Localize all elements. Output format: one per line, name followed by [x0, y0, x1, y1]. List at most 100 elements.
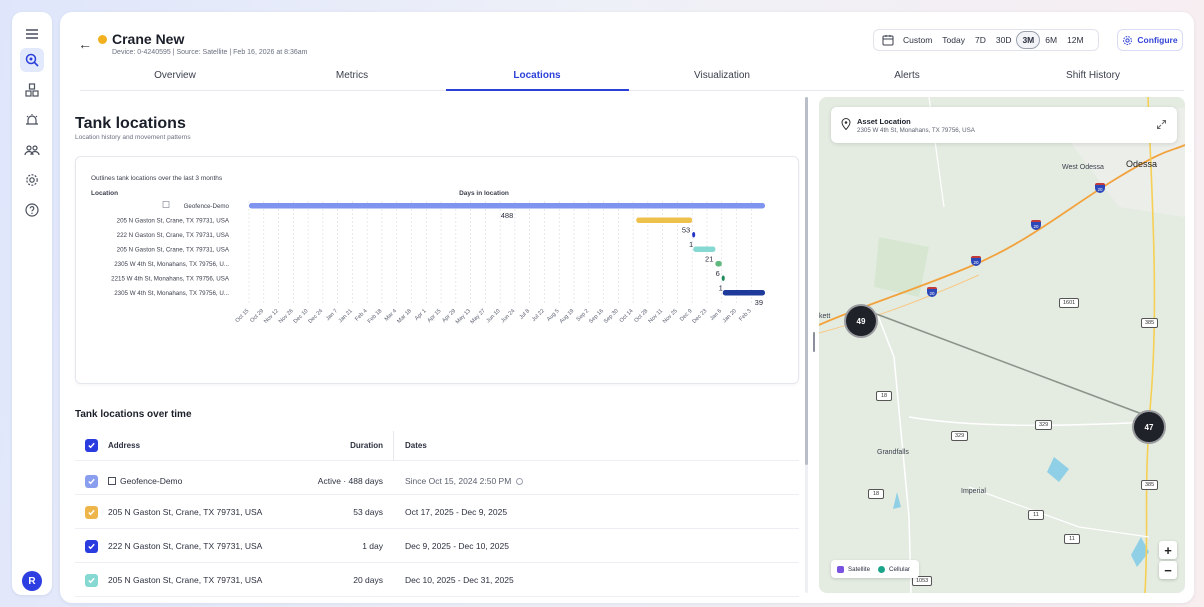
row-checkbox[interactable] — [85, 506, 98, 519]
geofence-icon — [108, 477, 116, 485]
gantt-bar — [249, 203, 765, 209]
data-label: 1 — [719, 284, 723, 293]
row-duration: Active · 488 days — [317, 476, 383, 486]
x-tick-label: Oct 28 — [633, 308, 649, 324]
table-row[interactable]: Geofence-Demo Active · 488 days Since Oc… — [75, 461, 799, 495]
header-address: Address — [108, 441, 141, 450]
row-checkbox[interactable] — [85, 475, 98, 488]
gantt-bar — [715, 261, 722, 267]
range-12m[interactable]: 12M — [1062, 32, 1089, 48]
x-tick-label: Apr 15 — [427, 308, 443, 324]
settings-icon[interactable] — [20, 168, 44, 192]
assets-icon[interactable] — [20, 48, 44, 72]
row-dates: Dec 9, 2025 - Dec 10, 2025 — [405, 541, 509, 551]
x-tick-label: Oct 14 — [619, 308, 635, 324]
map-place-label: kett — [819, 313, 831, 320]
row-dates: Oct 17, 2025 - Dec 9, 2025 — [405, 507, 508, 517]
x-tick-label: Dec 23 — [692, 308, 709, 325]
check-icon — [88, 577, 95, 584]
back-arrow-icon[interactable]: ← — [78, 36, 92, 52]
asset-meta: Device: 0-4240595 | Source: Satellite | … — [112, 49, 308, 56]
x-tick-label: Nov 26 — [278, 308, 295, 325]
tab-overview[interactable]: Overview — [154, 70, 196, 81]
users-icon[interactable] — [20, 138, 44, 162]
geofence-icon — [162, 201, 170, 208]
x-tick-label: Jul 8 — [518, 308, 531, 321]
x-tick-label: Nov 12 — [263, 308, 280, 325]
locations-timeline-chart: Outlines tank locations over the last 3 … — [75, 156, 799, 384]
y-tick-label: 222 N Gaston St, Crane, TX 79731, USA — [117, 232, 230, 239]
gantt-bar — [721, 275, 725, 281]
range-30d[interactable]: 30D — [991, 32, 1017, 48]
map-place-label: Grandfalls — [877, 449, 909, 456]
expand-icon[interactable] — [1156, 119, 1167, 130]
row-dates: Dec 10, 2025 - Dec 31, 2025 — [405, 575, 514, 585]
interstate-shield: 20 — [927, 287, 937, 297]
column-divider — [393, 431, 394, 461]
map-cluster-marker[interactable]: 47 — [1132, 410, 1166, 444]
main-panel: ← Crane New Device: 0-4240595 | Source: … — [60, 12, 1194, 603]
page-title: Crane New — [112, 31, 185, 47]
configure-button[interactable]: Configure — [1117, 29, 1183, 51]
data-label: 21 — [705, 255, 713, 264]
map-cluster-marker[interactable]: 49 — [844, 304, 878, 338]
zoom-out-button[interactable]: − — [1159, 561, 1177, 579]
table-row[interactable]: 205 N Gaston St, Crane, TX 79731, USA 53… — [75, 495, 799, 529]
help-icon[interactable] — [20, 198, 44, 222]
section-subtitle: Location history and movement patterns — [75, 134, 191, 141]
tab-shift-history[interactable]: Shift History — [1066, 70, 1120, 81]
route-shield: 385 — [1141, 480, 1159, 490]
asset-map[interactable]: Asset Location 2305 W 4th St, Monahans, … — [819, 97, 1185, 593]
range-6m[interactable]: 6M — [1040, 32, 1062, 48]
range-3m[interactable]: 3M — [1016, 31, 1041, 49]
range-custom[interactable]: Custom — [898, 32, 937, 48]
select-all-checkbox[interactable] — [85, 439, 98, 452]
map-place-label: West Odessa — [1062, 164, 1104, 171]
gantt-bar — [692, 232, 696, 238]
x-tick-label: Oct 15 — [235, 308, 251, 324]
avatar[interactable]: R — [22, 571, 42, 591]
tab-alerts[interactable]: Alerts — [894, 70, 920, 81]
route-shield: 11 — [1064, 534, 1080, 544]
x-tick-label: May 27 — [470, 308, 487, 325]
row-checkbox[interactable] — [85, 540, 98, 553]
row-duration: 53 days — [353, 507, 383, 517]
location-pin-icon — [841, 118, 851, 130]
content-scrollbar-thumb[interactable] — [805, 97, 808, 465]
header-duration: Duration — [350, 441, 383, 450]
sites-icon[interactable] — [20, 78, 44, 102]
tab-visualization[interactable]: Visualization — [694, 70, 750, 81]
row-duration: 20 days — [353, 575, 383, 585]
time-range-selector: Custom Today 7D 30D 3M 6M 12M — [873, 29, 1099, 51]
alerts-icon[interactable] — [20, 108, 44, 132]
gantt-bar — [722, 290, 765, 296]
table-row[interactable]: 222 N Gaston St, Crane, TX 79731, USA 1 … — [75, 529, 799, 563]
calendar-icon — [882, 35, 894, 46]
x-tick-label: Sep 30 — [603, 308, 620, 325]
data-label: 488 — [501, 211, 514, 220]
table-header: Address Duration Dates — [75, 431, 799, 461]
x-tick-label: May 13 — [455, 308, 472, 325]
split-resize-handle[interactable] — [813, 332, 815, 352]
x-tick-label: Jan 20 — [722, 308, 738, 324]
legend-satellite-label: Satellite — [848, 565, 871, 573]
row-checkbox[interactable] — [85, 574, 98, 587]
y-tick-label: 205 N Gaston St, Crane, TX 79731, USA — [117, 247, 230, 254]
row-address: 205 N Gaston St, Crane, TX 79731, USA — [108, 575, 263, 585]
tab-locations[interactable]: Locations — [513, 70, 560, 81]
menu-icon[interactable] — [20, 22, 44, 46]
tab-metrics[interactable]: Metrics — [336, 70, 368, 81]
table-row[interactable]: 205 N Gaston St, Crane, TX 79731, USA 20… — [75, 563, 799, 597]
x-tick-label: Dec 10 — [293, 308, 310, 325]
y-tick-label: 2215 W 4th St, Monahans, TX 79756, USA — [111, 276, 230, 283]
info-icon[interactable] — [516, 478, 524, 486]
asset-location-card: Asset Location 2305 W 4th St, Monahans, … — [831, 107, 1177, 143]
row-address: 222 N Gaston St, Crane, TX 79731, USA — [108, 541, 263, 551]
x-tick-label: Feb 18 — [367, 308, 384, 325]
zoom-in-button[interactable]: + — [1159, 541, 1177, 559]
route-shield: 18 — [876, 391, 892, 401]
range-7d[interactable]: 7D — [970, 32, 991, 48]
x-tick-label: Dec 24 — [307, 308, 324, 325]
range-today[interactable]: Today — [937, 32, 970, 48]
map-legend: Satellite Cellular — [831, 560, 919, 578]
